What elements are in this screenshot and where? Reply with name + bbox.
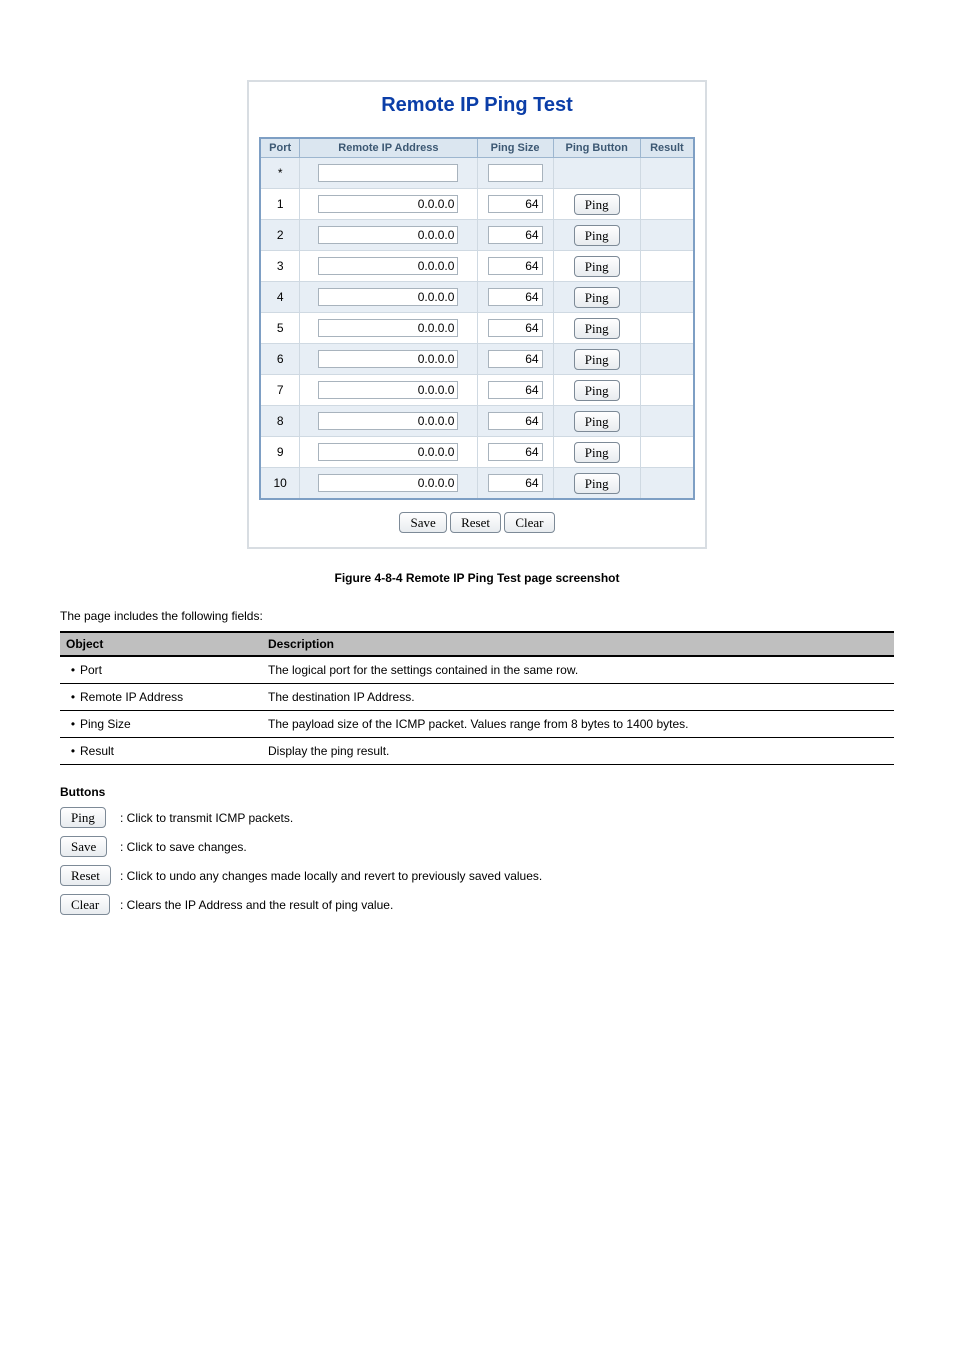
objects-table: Object Description •PortThe logical port… bbox=[60, 631, 894, 765]
button-desc-row: Ping : Click to transmit ICMP packets. bbox=[60, 807, 894, 828]
panel-title: Remote IP Ping Test bbox=[259, 94, 695, 117]
size-input[interactable] bbox=[488, 474, 543, 492]
button-desc-row: Save : Click to save changes. bbox=[60, 836, 894, 857]
ip-input[interactable] bbox=[318, 474, 458, 492]
obj-row: •PortThe logical port for the settings c… bbox=[60, 656, 894, 684]
ip-input[interactable] bbox=[318, 257, 458, 275]
obj-row: •ResultDisplay the ping result. bbox=[60, 738, 894, 765]
table-row: 1Ping bbox=[260, 189, 694, 220]
head-size-input[interactable] bbox=[488, 164, 543, 182]
head-row-port: * bbox=[260, 158, 300, 189]
col-button: Ping Button bbox=[553, 138, 640, 158]
ping-button[interactable]: Ping bbox=[574, 225, 620, 246]
ip-input[interactable] bbox=[318, 412, 458, 430]
obj-row: •Remote IP AddressThe destination IP Add… bbox=[60, 684, 894, 711]
ping-button-sample: Ping bbox=[60, 807, 106, 828]
ping-button[interactable]: Ping bbox=[574, 287, 620, 308]
obj-row: •Ping SizeThe payload size of the ICMP p… bbox=[60, 711, 894, 738]
size-input[interactable] bbox=[488, 257, 543, 275]
ping-button[interactable]: Ping bbox=[574, 318, 620, 339]
table-row: 2Ping bbox=[260, 220, 694, 251]
size-input[interactable] bbox=[488, 288, 543, 306]
ip-input[interactable] bbox=[318, 443, 458, 461]
obj-head-object: Object bbox=[60, 632, 262, 656]
save-button-sample: Save bbox=[60, 836, 107, 857]
col-result: Result bbox=[640, 138, 694, 158]
description-intro: The page includes the following fields: bbox=[60, 609, 894, 623]
ping-button[interactable]: Ping bbox=[574, 473, 620, 494]
reset-button[interactable]: Reset bbox=[450, 512, 501, 533]
size-input[interactable] bbox=[488, 381, 543, 399]
ip-input[interactable] bbox=[318, 288, 458, 306]
reset-button-sample: Reset bbox=[60, 865, 111, 886]
ping-button[interactable]: Ping bbox=[574, 442, 620, 463]
button-desc-row: Clear : Clears the IP Address and the re… bbox=[60, 894, 894, 915]
table-row: 6Ping bbox=[260, 344, 694, 375]
table-row: 10Ping bbox=[260, 468, 694, 500]
size-input[interactable] bbox=[488, 319, 543, 337]
clear-button[interactable]: Clear bbox=[504, 512, 554, 533]
table-row: 5Ping bbox=[260, 313, 694, 344]
ip-input[interactable] bbox=[318, 319, 458, 337]
col-port: Port bbox=[260, 138, 300, 158]
size-input[interactable] bbox=[488, 350, 543, 368]
table-row: 4Ping bbox=[260, 282, 694, 313]
ping-button[interactable]: Ping bbox=[574, 194, 620, 215]
save-button[interactable]: Save bbox=[399, 512, 446, 533]
size-input[interactable] bbox=[488, 443, 543, 461]
ip-input[interactable] bbox=[318, 350, 458, 368]
ping-button[interactable]: Ping bbox=[574, 256, 620, 277]
ip-input[interactable] bbox=[318, 226, 458, 244]
table-row: 7Ping bbox=[260, 375, 694, 406]
ping-button[interactable]: Ping bbox=[574, 380, 620, 401]
table-row: 8Ping bbox=[260, 406, 694, 437]
table-row: 9Ping bbox=[260, 437, 694, 468]
ping-button[interactable]: Ping bbox=[574, 411, 620, 432]
figure-caption: Figure 4-8-4 Remote IP Ping Test page sc… bbox=[0, 571, 954, 585]
ip-input[interactable] bbox=[318, 381, 458, 399]
obj-head-description: Description bbox=[262, 632, 894, 656]
ping-table: Port Remote IP Address Ping Size Ping Bu… bbox=[259, 137, 695, 500]
clear-button-sample: Clear bbox=[60, 894, 110, 915]
ip-input[interactable] bbox=[318, 195, 458, 213]
size-input[interactable] bbox=[488, 412, 543, 430]
size-input[interactable] bbox=[488, 195, 543, 213]
size-input[interactable] bbox=[488, 226, 543, 244]
ping-button[interactable]: Ping bbox=[574, 349, 620, 370]
table-row: 3Ping bbox=[260, 251, 694, 282]
col-ip: Remote IP Address bbox=[300, 138, 477, 158]
buttons-section-title: Buttons bbox=[60, 785, 894, 799]
remote-ip-ping-panel: Remote IP Ping Test Port Remote IP Addre… bbox=[247, 80, 707, 549]
col-size: Ping Size bbox=[477, 138, 553, 158]
head-ip-input[interactable] bbox=[318, 164, 458, 182]
button-desc-row: Reset : Click to undo any changes made l… bbox=[60, 865, 894, 886]
